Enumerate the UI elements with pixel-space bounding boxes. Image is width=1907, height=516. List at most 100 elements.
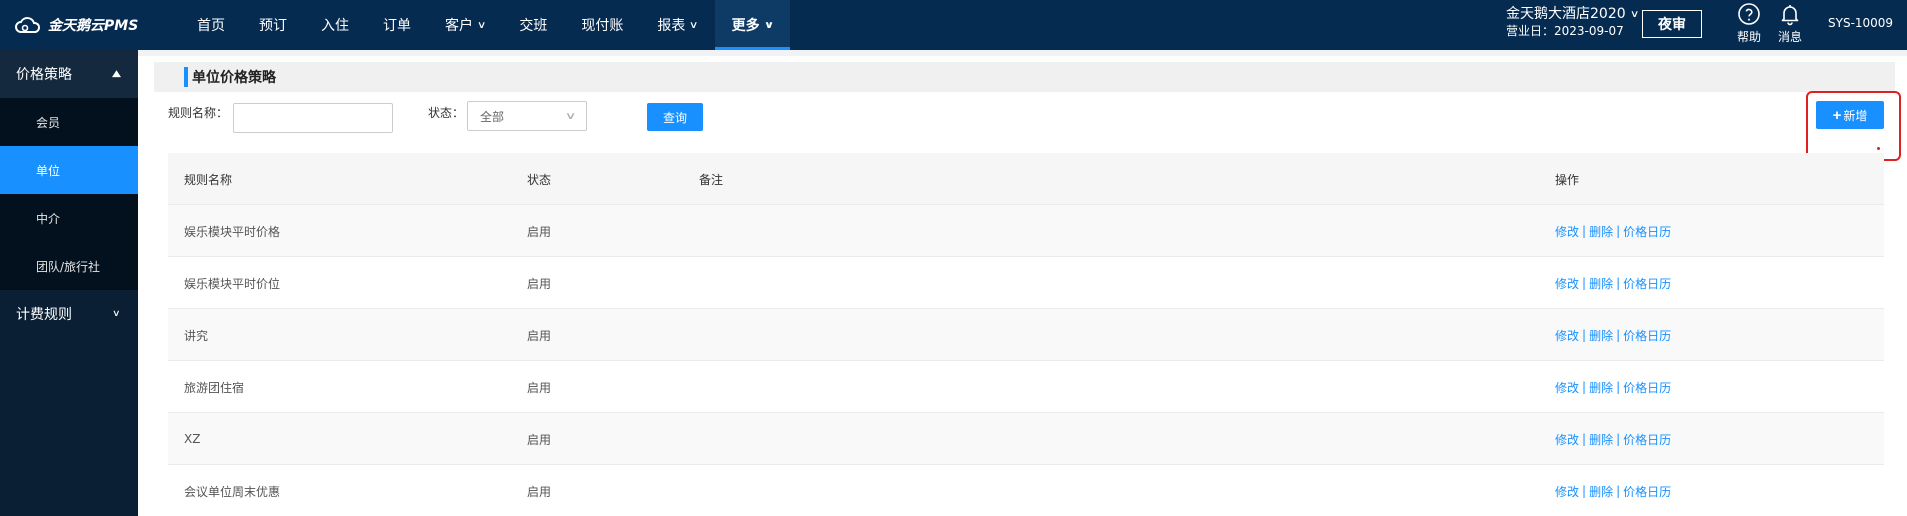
delete-link[interactable]: 删除 [1589, 327, 1613, 344]
delete-link[interactable]: 删除 [1589, 483, 1613, 500]
separator: | [1582, 328, 1587, 342]
delete-link[interactable]: 删除 [1589, 223, 1613, 240]
status-select[interactable]: 全部 ∨ [467, 101, 587, 131]
separator: | [1582, 276, 1587, 290]
nav-item-label: 客户 [445, 18, 473, 34]
delete-link[interactable]: 删除 [1589, 431, 1613, 448]
add-button[interactable]: + 新增 [1816, 101, 1884, 129]
user-menu[interactable]: SYS-10009 [1828, 16, 1893, 30]
status-select-value: 全部 [480, 109, 505, 124]
nav-item[interactable]: 更多 ∨ [714, 0, 790, 50]
cell-ops: 修改 | 删除 | 价格日历 [1555, 361, 1671, 413]
hotel-name: 金天鹅大酒店2020 [1506, 6, 1626, 22]
price-calendar-link[interactable]: 价格日历 [1623, 327, 1671, 344]
separator: | [1616, 328, 1621, 342]
price-calendar-link[interactable]: 价格日历 [1623, 223, 1671, 240]
chevron-down-icon: ∨ [689, 19, 699, 31]
nav-item-label: 首页 [197, 18, 225, 34]
main-nav: 首页 预订 入住 订单 客户 ∨ 交班 现付账 报表 ∨ 更多 ∨ [180, 0, 790, 50]
cell-ops: 修改 | 删除 | 价格日历 [1555, 205, 1671, 257]
annotation-dot [1877, 147, 1880, 150]
help-button[interactable]: 帮助 [1731, 2, 1767, 45]
cell-status: 启用 [527, 224, 552, 239]
table-row: 娱乐模块平时价位 启用 修改 | 删除 | 价格日历 [168, 257, 1884, 309]
title-accent-bar [184, 67, 188, 87]
query-button[interactable]: 查询 [647, 103, 703, 131]
nav-item[interactable]: 现付账 [564, 0, 640, 50]
sidebar-group-label: 计费规则 [16, 307, 72, 323]
header-rule-name: 规则名称 [184, 172, 233, 187]
logo-text: 金天鹅云PMS [48, 18, 139, 34]
edit-link[interactable]: 修改 [1555, 223, 1579, 240]
hotel-selector[interactable]: 金天鹅大酒店2020 ∨ 营业日：2023-09-07 [1506, 6, 1640, 40]
sidebar-group-price-strategy[interactable]: 价格策略 ▲ [0, 50, 138, 98]
page-title: 单位价格策略 [192, 70, 276, 86]
sidebar-item-member[interactable]: 会员 [0, 98, 138, 146]
nav-item-label: 现付账 [581, 18, 624, 34]
nav-item[interactable]: 订单 [366, 0, 428, 50]
edit-link[interactable]: 修改 [1555, 483, 1579, 500]
delete-link[interactable]: 删除 [1589, 379, 1613, 396]
nav-item[interactable]: 报表 ∨ [640, 0, 714, 50]
edit-link[interactable]: 修改 [1555, 379, 1579, 396]
content-top-strip [138, 50, 1907, 56]
nav-item-label: 订单 [383, 18, 411, 34]
separator: | [1582, 224, 1587, 238]
header-ops: 操作 [1555, 172, 1580, 187]
rules-table: 规则名称 状态 备注 操作 娱乐模块平时价格 启用 修改 | 删除 | 价格日历 娱乐模块平时… [168, 153, 1884, 516]
price-calendar-link[interactable]: 价格日历 [1623, 431, 1671, 448]
price-calendar-link[interactable]: 价格日历 [1623, 379, 1671, 396]
separator: | [1582, 380, 1587, 394]
page-header: 单位价格策略 [154, 62, 1895, 92]
nav-item-label: 更多 [731, 18, 760, 34]
nav-item-label: 报表 [657, 18, 686, 34]
delete-link[interactable]: 删除 [1589, 275, 1613, 292]
sidebar-item-unit[interactable]: 单位 [0, 146, 138, 194]
edit-link[interactable]: 修改 [1555, 327, 1579, 344]
help-icon [1738, 3, 1760, 25]
sidebar-group-label: 价格策略 [16, 67, 72, 83]
edit-link[interactable]: 修改 [1555, 275, 1579, 292]
price-calendar-link[interactable]: 价格日历 [1623, 275, 1671, 292]
cell-rule-name: XZ [184, 432, 201, 446]
chevron-down-icon: ∨ [112, 309, 121, 319]
business-date: 营业日：2023-09-07 [1506, 24, 1624, 38]
sidebar-item-group-travel[interactable]: 团队/旅行社 [0, 242, 138, 290]
logo[interactable]: 金天鹅云PMS [14, 14, 138, 36]
nav-item-label: 入住 [321, 18, 349, 34]
sidebar-group-billing-rules[interactable]: 计费规则 ∨ [0, 290, 138, 338]
rule-name-input[interactable] [233, 103, 393, 133]
cell-status: 启用 [527, 276, 552, 291]
separator: | [1616, 380, 1621, 394]
nav-item[interactable]: 首页 [180, 0, 242, 50]
nav-item[interactable]: 交班 [502, 0, 564, 50]
header-status: 状态 [527, 172, 552, 187]
cell-ops: 修改 | 删除 | 价格日历 [1555, 309, 1671, 361]
nav-item[interactable]: 客户 ∨ [428, 0, 502, 50]
separator: | [1616, 276, 1621, 290]
nav-item[interactable]: 入住 [304, 0, 366, 50]
chevron-down-icon: ∨ [564, 110, 577, 122]
nav-item[interactable]: 预订 [242, 0, 304, 50]
bell-icon [1781, 5, 1799, 26]
night-audit-button[interactable]: 夜审 [1642, 10, 1702, 38]
messages-button[interactable]: 消息 [1772, 2, 1808, 45]
cloud-logo-icon [15, 17, 41, 33]
sidebar: 价格策略 ▲ 会员 单位 中介 团队/旅行社 计费规则 ∨ [0, 50, 138, 516]
top-navbar: 金天鹅云PMS 首页 预订 入住 订单 客户 ∨ 交班 现付账 报表 ∨ 更多 ∨ 金天鹅大酒店202… [0, 0, 1907, 50]
edit-link[interactable]: 修改 [1555, 431, 1579, 448]
chevron-down-icon: ∨ [1629, 9, 1640, 20]
price-calendar-link[interactable]: 价格日历 [1623, 483, 1671, 500]
table-header-row: 规则名称 状态 备注 操作 [168, 153, 1884, 205]
help-label: 帮助 [1736, 30, 1761, 44]
plus-icon: + [1832, 106, 1842, 124]
chevron-down-icon: ∨ [763, 19, 774, 31]
header-note: 备注 [699, 172, 724, 187]
cell-ops: 修改 | 删除 | 价格日历 [1555, 257, 1671, 309]
separator: | [1616, 432, 1621, 446]
nav-item-label: 交班 [519, 18, 548, 34]
table-row: 旅游团住宿 启用 修改 | 删除 | 价格日历 [168, 361, 1884, 413]
status-label: 状态： [428, 106, 465, 120]
sidebar-item-agency[interactable]: 中介 [0, 194, 138, 242]
nav-item-label: 预订 [259, 18, 287, 34]
